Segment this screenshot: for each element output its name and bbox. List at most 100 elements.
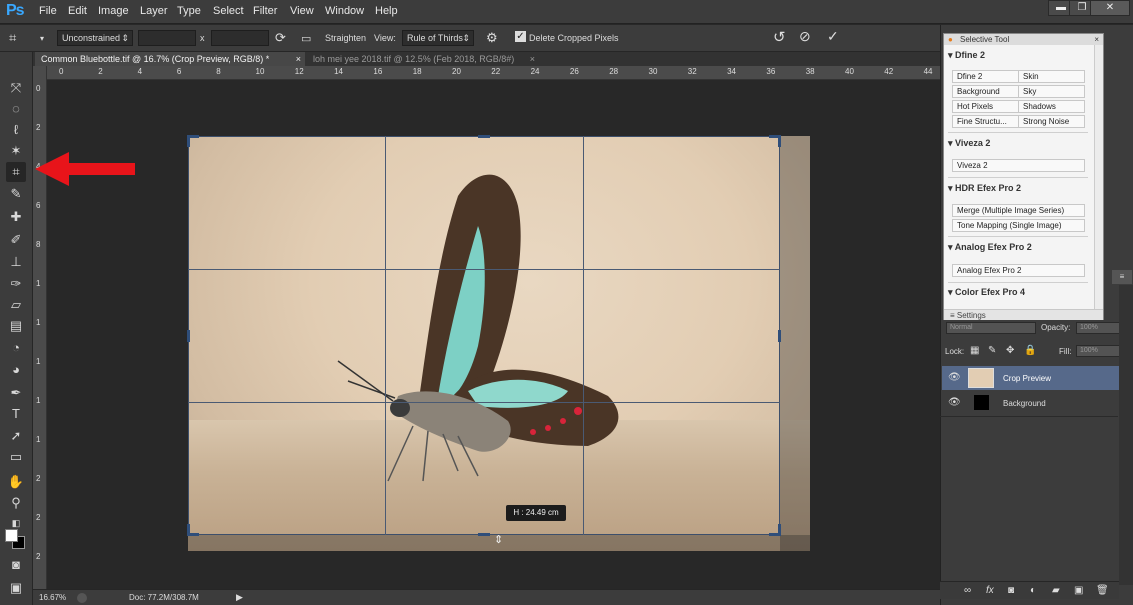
foreground-color-swatch[interactable] [5,529,18,542]
hot-pixels-button[interactable]: Hot Pixels [952,100,1019,113]
background-button[interactable]: Background [952,85,1019,98]
eraser-tool-icon[interactable]: ▱ [6,295,26,315]
menu-help[interactable]: Help [375,5,398,17]
screen-mode-icon[interactable]: ▣ [6,578,26,598]
tab-common-bluebottle[interactable]: Common Bluebottle.tif @ 16.7% (Crop Prev… [35,52,305,66]
crop-handle-br-v[interactable] [778,524,781,536]
layer-style-icon[interactable]: fx [986,585,994,596]
panel-scrollbar[interactable] [1094,45,1103,310]
crop-tool-icon[interactable]: ⌗ [6,162,26,182]
delete-layer-icon[interactable]: 🗑 [1096,585,1109,596]
menu-window[interactable]: Window [325,5,364,17]
hand-tool-icon[interactable]: ✋ [6,472,26,492]
lock-position-icon[interactable]: ✥ [1006,345,1014,356]
straighten-icon[interactable]: ▭ [301,32,311,45]
menu-layer[interactable]: Layer [140,5,168,17]
healing-brush-tool-icon[interactable]: ✚ [6,207,26,227]
menu-select[interactable]: Select [213,5,244,17]
strong-noise-button[interactable]: Strong Noise [1018,115,1085,128]
menu-edit[interactable]: Edit [68,5,87,17]
crop-width-input[interactable] [138,30,196,46]
new-layer-icon[interactable]: ▣ [1074,585,1083,596]
move-tool-icon[interactable]: ⤧ [6,78,26,98]
selective-tool-title[interactable]: ● Selective Tool × [944,34,1103,45]
menu-type[interactable]: Type [177,5,201,17]
ratio-select[interactable]: Unconstrained ⇕ [57,30,133,46]
analog-efex-button[interactable]: Analog Efex Pro 2 [952,264,1085,277]
gear-icon[interactable]: ⚙ [486,30,498,46]
adjustment-layer-icon[interactable]: ◐ [1030,585,1036,596]
skin-button[interactable]: Skin [1018,70,1085,83]
dfine-button[interactable]: Dfine 2 [952,70,1019,83]
eyedropper-tool-icon[interactable]: ✎ [6,184,26,204]
tab-loh-mei-yee[interactable]: loh mei yee 2018.tif @ 12.5% (Feb 2018, … [307,52,539,66]
lasso-tool-icon[interactable]: ℓ [6,120,26,140]
straighten-button[interactable]: Straighten [325,33,366,43]
layer-mask-icon[interactable]: ◙ [1008,585,1014,596]
marquee-tool-icon[interactable]: ◌ [6,99,26,119]
menu-filter[interactable]: Filter [253,5,277,17]
lock-all-icon[interactable]: 🔒 [1024,345,1036,356]
delete-cropped-checkbox[interactable]: ✓ [515,31,526,42]
crop-tool-preset-icon[interactable]: ⌗ [9,30,16,46]
quick-mask-icon[interactable]: ◙ [6,555,26,575]
new-group-icon[interactable]: ▰ [1052,585,1060,596]
gradient-tool-icon[interactable]: ▤ [6,316,26,336]
eye-icon[interactable]: 👁 [948,397,961,408]
panel-menu-icon[interactable]: ≡ [1112,270,1132,284]
crop-handle-right[interactable] [778,330,781,342]
menu-file[interactable]: File [39,5,57,17]
zoom-tool-icon[interactable]: ⚲ [6,493,26,513]
status-arrow-icon[interactable]: ▶ [236,592,243,603]
crop-handle-left[interactable] [187,330,190,342]
opacity-input[interactable]: 100% [1076,322,1120,334]
fine-structure-button[interactable]: Fine Structu... [952,115,1019,128]
blur-tool-icon[interactable]: ◔ [6,338,26,358]
blend-mode-select[interactable]: Normal [946,322,1036,334]
chevron-down-icon[interactable]: ▾ [40,34,44,43]
section-viveza[interactable]: ▾ Viveza 2 [948,138,990,149]
eye-icon[interactable]: 👁 [948,372,961,383]
crop-handle-tl-v[interactable] [187,135,190,147]
crop-height-input[interactable] [211,30,269,46]
zoom-level[interactable]: 16.67% [39,593,66,602]
sky-button[interactable]: Sky [1018,85,1085,98]
crop-handle-bottom[interactable] [478,533,490,536]
viveza-button[interactable]: Viveza 2 [952,159,1085,172]
shadows-button[interactable]: Shadows [1018,100,1085,113]
crop-handle-bl-v[interactable] [187,524,190,536]
status-icon[interactable] [77,593,87,603]
path-selection-tool-icon[interactable]: ➚ [6,426,26,446]
tone-mapping-button[interactable]: Tone Mapping (Single Image) [952,219,1085,232]
close-button[interactable]: ✕ [1090,0,1130,16]
section-color-efex[interactable]: ▾ Color Efex Pro 4 [948,287,1025,298]
dodge-tool-icon[interactable]: ◕ [6,360,26,380]
panel-close-icon[interactable]: × [1094,34,1099,45]
section-hdr-efex[interactable]: ▾ HDR Efex Pro 2 [948,183,1021,194]
pen-tool-icon[interactable]: ✒ [6,383,26,403]
fill-input[interactable]: 100% [1076,345,1120,357]
crop-handle-top[interactable] [478,135,490,138]
settings-button[interactable]: ≡ Settings [944,309,1103,320]
merge-button[interactable]: Merge (Multiple Image Series) [952,204,1085,217]
layer-background[interactable]: 👁 Background [942,391,1119,415]
cancel-icon[interactable]: ⊘ [799,28,811,45]
layer-crop-preview[interactable]: 👁 Crop Preview [942,366,1119,390]
lock-transparent-icon[interactable]: ▦ [970,345,979,356]
commit-icon[interactable]: ✓ [827,28,839,45]
reset-icon[interactable]: ↺ [773,28,786,46]
overlay-view-select[interactable]: Rule of Thirds ⇕ [402,30,474,46]
section-analog-efex[interactable]: ▾ Analog Efex Pro 2 [948,242,1032,253]
menu-view[interactable]: View [290,5,314,17]
rectangle-tool-icon[interactable]: ▭ [6,447,26,467]
magic-wand-tool-icon[interactable]: ✶ [6,141,26,161]
type-tool-icon[interactable]: T [6,404,26,424]
crop-handle-tr-v[interactable] [778,135,781,147]
tab-close-icon[interactable]: × [296,52,301,66]
link-layers-icon[interactable]: ∞ [964,585,971,596]
section-dfine[interactable]: ▾ Dfine 2 [948,50,985,61]
lock-image-icon[interactable]: ✎ [988,345,996,356]
crop-frame[interactable] [188,136,780,535]
history-brush-tool-icon[interactable]: ✑ [6,274,26,294]
brush-tool-icon[interactable]: ✐ [6,230,26,250]
